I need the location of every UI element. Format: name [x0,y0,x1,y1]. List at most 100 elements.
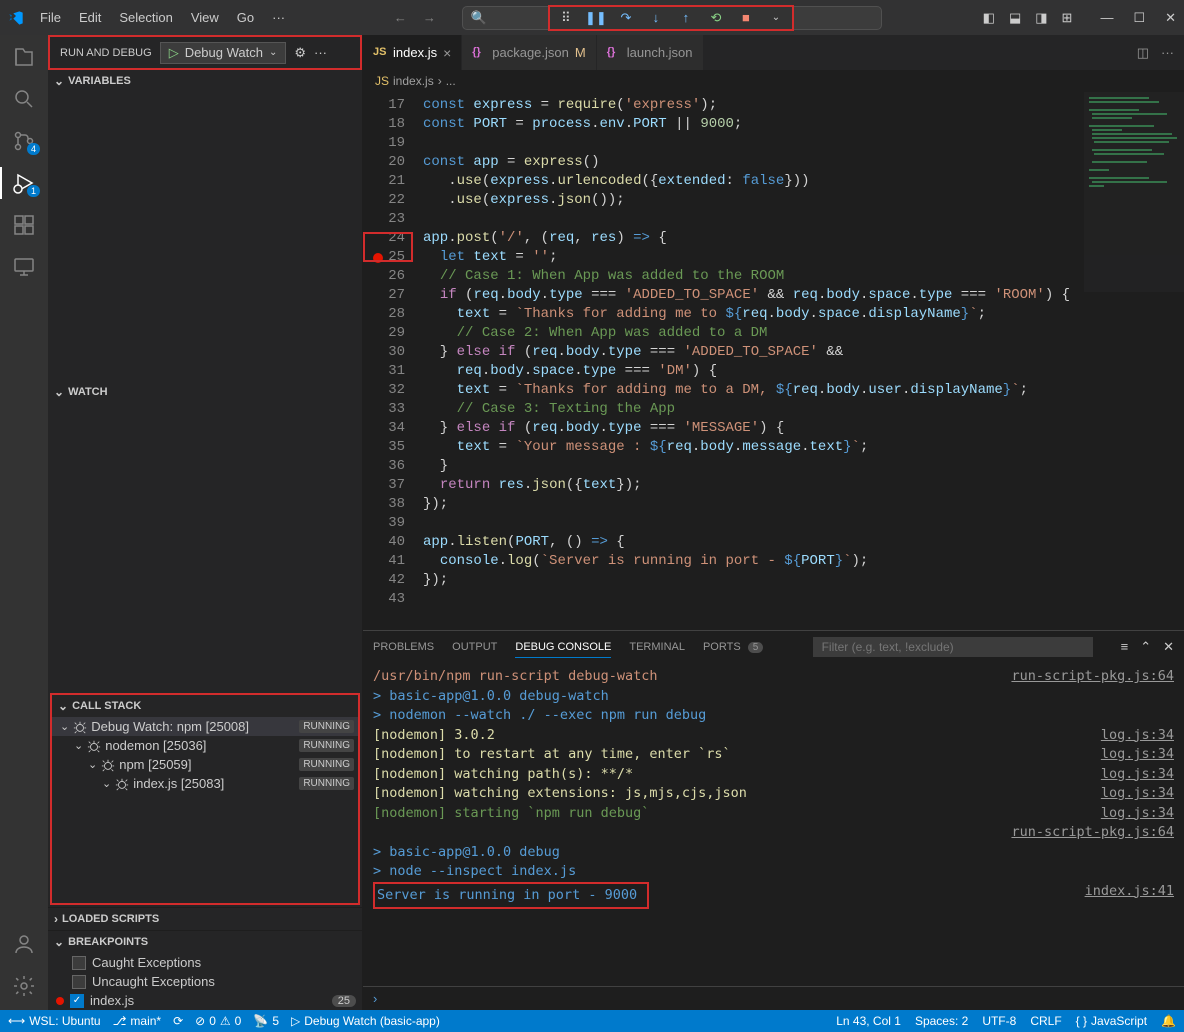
window-maximize-icon[interactable]: ☐ [1133,10,1145,26]
layout-right-icon[interactable]: ◨ [1035,10,1047,26]
code-line[interactable]: // Case 2: When App was added to a DM [423,324,1184,343]
debug-pause-icon[interactable]: ❚❚ [588,10,604,26]
code-line[interactable]: } else if (req.body.type === 'ADDED_TO_S… [423,343,1184,362]
console-source-link[interactable]: index.js:41 [1085,882,1174,910]
search-icon[interactable] [12,87,36,111]
code-line[interactable] [423,590,1184,609]
editor-tab[interactable]: JS index.js × [363,35,462,70]
split-editor-icon[interactable]: ◫ [1137,45,1149,61]
code-line[interactable]: } else if (req.body.type === 'MESSAGE') … [423,419,1184,438]
nav-back-forward[interactable]: ← → [394,10,436,25]
settings-gear-icon[interactable] [12,974,36,998]
window-minimize-icon[interactable]: — [1100,10,1113,26]
git-branch[interactable]: ⎇ main* [113,1014,162,1028]
debug-step-out-icon[interactable]: ↑ [678,10,694,26]
explorer-icon[interactable] [12,45,36,69]
close-tab-icon[interactable]: × [443,45,451,61]
console-source-link[interactable]: run-script-pkg.js:64 [1011,667,1174,687]
editor-tab[interactable]: {} package.json M [462,35,596,70]
tab-terminal[interactable]: Terminal [629,637,685,657]
debug-restart-icon[interactable]: ⟲ [708,10,724,26]
code-line[interactable]: let text = ''; [423,248,1184,267]
callstack-row[interactable]: ⌄ npm [25059] RUNNING [52,755,358,774]
debug-step-into-icon[interactable]: ↓ [648,10,664,26]
code-line[interactable]: console.log(`Server is running in port -… [423,552,1184,571]
breakpoint-caught[interactable]: Caught Exceptions [48,953,362,972]
code-line[interactable]: .use(express.urlencoded({extended: false… [423,172,1184,191]
code-line[interactable]: const app = express() [423,153,1184,172]
checkbox-unchecked-icon[interactable] [72,975,86,989]
layout-customize-icon[interactable]: ⊞ [1062,10,1073,26]
debug-session[interactable]: ▷ Debug Watch (basic-app) [291,1014,440,1028]
callstack-header[interactable]: ⌄ Call Stack [52,695,358,717]
debug-stop-icon[interactable]: ■ [738,10,754,26]
console-source-link[interactable]: log.js:34 [1101,726,1174,746]
menu-file[interactable]: File [32,6,69,29]
indentation[interactable]: Spaces: 2 [915,1014,968,1028]
run-debug-icon[interactable]: 1 [12,171,36,195]
close-panel-icon[interactable]: ✕ [1163,639,1174,655]
code-line[interactable]: // Case 1: When App was added to the ROO… [423,267,1184,286]
code-line[interactable]: }); [423,571,1184,590]
console-source-link[interactable]: log.js:34 [1101,804,1174,824]
tab-ports[interactable]: Ports 5 [703,637,763,657]
console-source-link[interactable]: log.js:34 [1101,784,1174,804]
encoding[interactable]: UTF-8 [982,1014,1016,1028]
checkbox-unchecked-icon[interactable] [72,956,86,970]
editor-pane[interactable]: 1718192021222324252627282930313233343536… [363,92,1184,630]
line-gutter[interactable]: 1718192021222324252627282930313233343536… [363,92,423,630]
debug-step-over-icon[interactable]: ↷ [618,10,634,26]
source-control-icon[interactable]: 4 [12,129,36,153]
accounts-icon[interactable] [12,932,36,956]
breakpoints-header[interactable]: ⌄ Breakpoints [48,931,362,953]
layout-bottom-icon[interactable]: ⬓ [1009,10,1021,26]
code-line[interactable] [423,210,1184,229]
checkbox-checked-icon[interactable]: ✓ [70,994,84,1008]
code-line[interactable]: return res.json({text}); [423,476,1184,495]
breakpoint-file[interactable]: ✓ index.js 25 [48,991,362,1010]
more-actions-icon[interactable]: ··· [314,45,327,60]
code-line[interactable]: text = `Thanks for adding me to ${req.bo… [423,305,1184,324]
code-line[interactable] [423,134,1184,153]
console-source-link[interactable]: log.js:34 [1101,745,1174,765]
nav-forward-icon[interactable]: → [423,10,436,25]
code-line[interactable]: // Case 3: Texting the App [423,400,1184,419]
eol[interactable]: CRLF [1030,1014,1061,1028]
breadcrumb[interactable]: JS index.js › ... [363,70,1184,92]
code-line[interactable]: app.post('/', (req, res) => { [423,229,1184,248]
tab-output[interactable]: Output [452,637,497,657]
menu-view[interactable]: View [183,6,227,29]
chevron-down-icon[interactable]: ⌄ [269,47,277,58]
callstack-row[interactable]: ⌄ nodemon [25036] RUNNING [52,736,358,755]
code-line[interactable]: if (req.body.type === 'ADDED_TO_SPACE' &… [423,286,1184,305]
notifications-icon[interactable]: 🔔 [1161,1014,1176,1028]
callstack-row[interactable]: ⌄ index.js [25083] RUNNING [52,774,358,793]
breakpoint-uncaught[interactable]: Uncaught Exceptions [48,972,362,991]
watch-header[interactable]: ⌄ Watch [48,381,362,403]
code-line[interactable]: }); [423,495,1184,514]
console-source-link[interactable]: run-script-pkg.js:64 [1011,823,1174,843]
code-line[interactable]: text = `Thanks for adding me to a DM, ${… [423,381,1184,400]
code-line[interactable]: req.body.space.type === 'DM') { [423,362,1184,381]
loaded-scripts-header[interactable]: › Loaded Scripts [48,908,362,930]
debug-config-selector[interactable]: ▷ Debug Watch ⌄ [160,42,287,64]
window-close-icon[interactable]: ✕ [1165,10,1176,26]
code-area[interactable]: const express = require('express');const… [423,92,1184,630]
editor-tab[interactable]: {} launch.json [597,35,704,70]
console-filter-input[interactable] [813,637,1093,657]
code-line[interactable]: .use(express.json()); [423,191,1184,210]
remote-explorer-icon[interactable] [12,255,36,279]
menu-more[interactable]: ··· [264,6,293,29]
debug-settings-gear-icon[interactable]: ⚙ [294,45,306,61]
clear-console-icon[interactable]: ≡ [1121,639,1129,655]
code-line[interactable]: const PORT = process.env.PORT || 9000; [423,115,1184,134]
menu-selection[interactable]: Selection [111,6,180,29]
git-sync[interactable]: ⟳ [173,1014,183,1028]
code-line[interactable]: app.listen(PORT, () => { [423,533,1184,552]
code-line[interactable]: } [423,457,1184,476]
callstack-row[interactable]: ⌄ Debug Watch: npm [25008] RUNNING [52,717,358,736]
layout-left-icon[interactable]: ◧ [983,10,995,26]
debug-drag-handle-icon[interactable]: ⠿ [558,10,574,26]
console-source-link[interactable]: log.js:34 [1101,765,1174,785]
tab-problems[interactable]: Problems [373,637,434,657]
